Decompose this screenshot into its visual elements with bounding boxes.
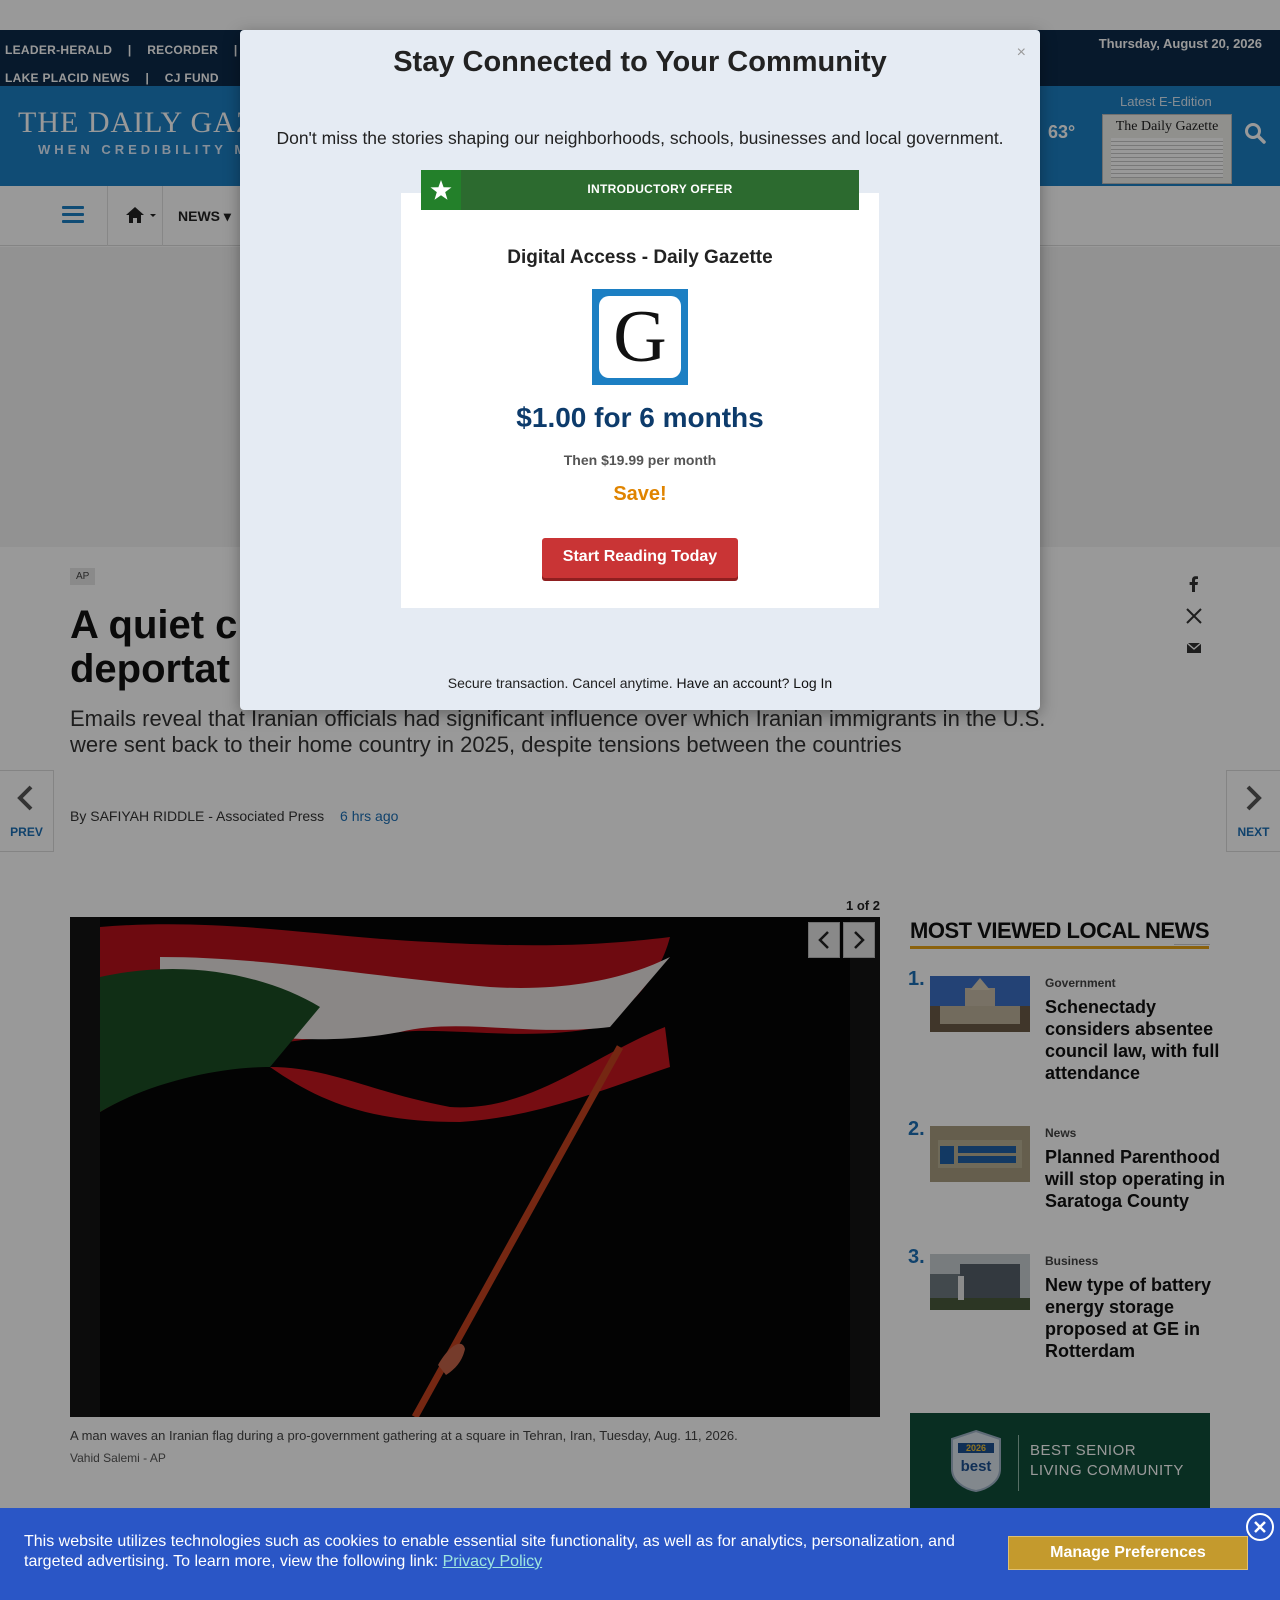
manage-preferences-button[interactable]: Manage Preferences (1008, 1536, 1248, 1570)
star-icon (421, 170, 461, 210)
privacy-policy-link[interactable]: Privacy Policy (443, 1553, 543, 1570)
gazette-logo-icon: G (592, 289, 688, 385)
modal-subtitle: Don't miss the stories shaping our neigh… (276, 128, 1004, 148)
account-prompt: Have an account? (676, 675, 790, 691)
cookie-close-icon[interactable] (1246, 1513, 1274, 1541)
offer-banner-label: INTRODUCTORY OFFER (587, 182, 733, 196)
login-link[interactable]: Log In (793, 675, 832, 691)
subscription-modal: × Stay Connected to Your Community Don't… (240, 30, 1040, 710)
offer-price: $1.00 for 6 months (516, 402, 764, 433)
intro-offer-banner: INTRODUCTORY OFFER (421, 170, 859, 210)
secure-transaction-note: Secure transaction. Cancel anytime. Have… (240, 675, 1040, 691)
modal-title: Stay Connected to Your Community (393, 46, 887, 78)
renewal-price: Then $19.99 per month (563, 452, 717, 468)
logo-letter: G (599, 296, 681, 378)
product-name: Digital Access - Daily Gazette (507, 247, 773, 268)
save-label: Save! (613, 483, 667, 505)
start-reading-button[interactable]: Start Reading Today (542, 538, 738, 578)
cookie-message: This website utilizes technologies such … (24, 1532, 984, 1572)
secure-text: Secure transaction. Cancel anytime. (447, 675, 673, 691)
cookie-banner: This website utilizes technologies such … (0, 1508, 1280, 1600)
